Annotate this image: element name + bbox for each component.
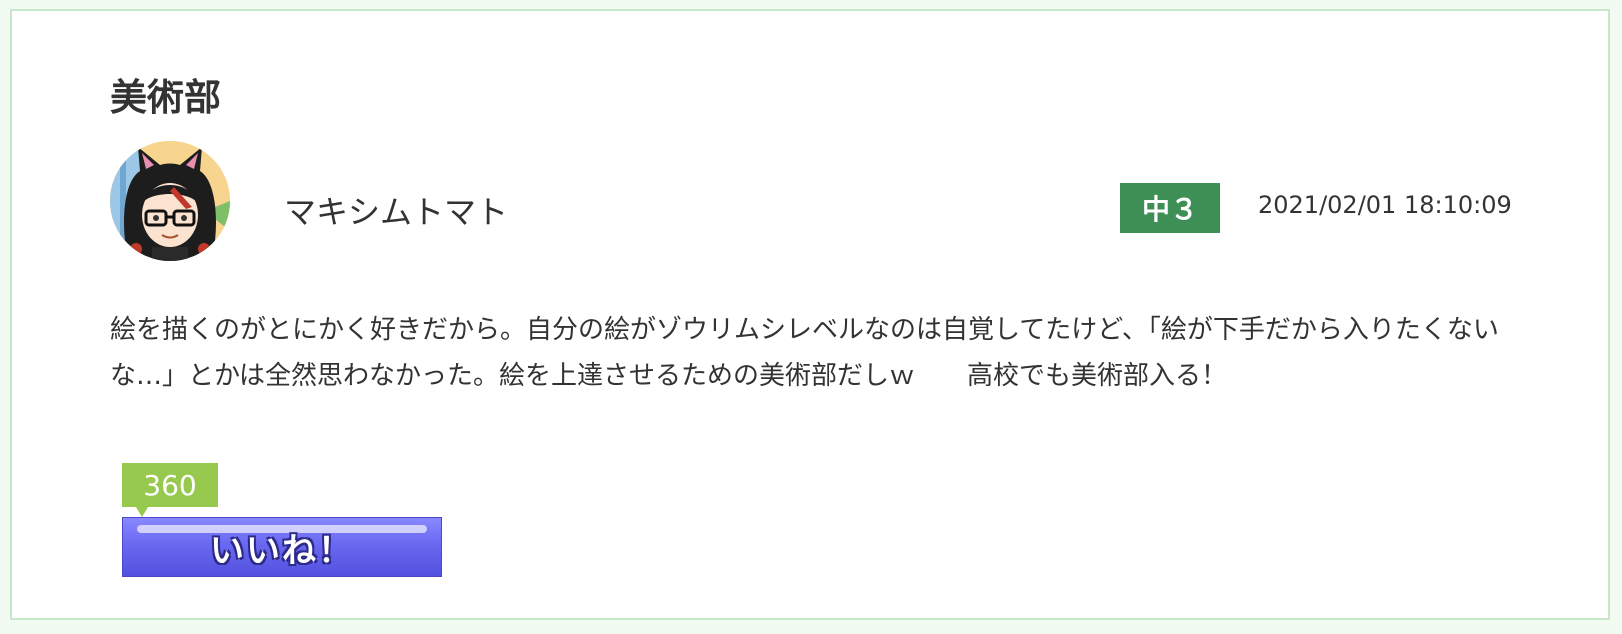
like-button[interactable]: いいね！ <box>122 517 442 577</box>
post-card: 美術部 マキシムトマト 中３ 2021/02/01 18:10:09 絵を描くの… <box>10 9 1610 620</box>
post-body: 絵を描くのがとにかく好きだから。自分の絵がゾウリムシレベルなのは自覚してたけど、… <box>110 315 1499 391</box>
like-button-label: いいね！ <box>210 530 354 571</box>
author-name[interactable]: マキシムトマト <box>284 187 508 233</box>
post-timestamp: 2021/02/01 18:10:09 <box>1258 191 1512 219</box>
cat-ear-girl-avatar-icon <box>110 141 230 261</box>
avatar[interactable] <box>110 141 230 261</box>
like-count-badge: 360 <box>122 463 218 517</box>
post-title: 美術部 <box>110 76 221 119</box>
grade-badge: 中３ <box>1120 183 1220 233</box>
